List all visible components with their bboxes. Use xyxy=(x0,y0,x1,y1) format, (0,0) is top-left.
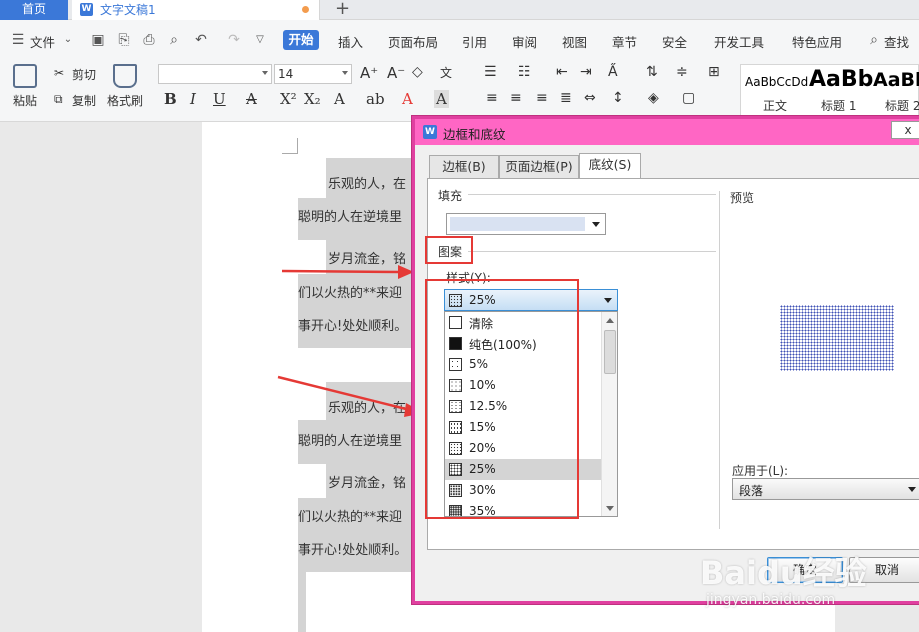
arrow-to-pattern-list xyxy=(277,375,424,417)
arrow-to-pattern-label xyxy=(281,265,414,279)
fill-group-label: 填充 xyxy=(438,189,463,203)
chevron-down-icon[interactable] xyxy=(604,298,612,303)
list-scrollbar[interactable] xyxy=(601,312,617,516)
fill-color-swatch xyxy=(450,217,585,231)
tab-borders[interactable]: 边框(B) xyxy=(429,155,499,179)
preview-label: 预览 xyxy=(730,191,755,205)
annotation-box-pattern-list xyxy=(425,279,579,519)
shading-panel: 填充 图案 样式(Y): 25% 清除 纯色(100%) 5% 10% 12.5… xyxy=(425,178,919,550)
tab-shading[interactable]: 底纹(S) xyxy=(579,153,641,179)
chevron-down-icon[interactable] xyxy=(592,222,600,227)
annotation-box-pattern-label xyxy=(425,236,473,264)
apply-to-combo[interactable]: 段落 xyxy=(732,478,919,500)
separator xyxy=(468,194,716,195)
scroll-up-icon[interactable] xyxy=(606,318,614,323)
scroll-down-icon[interactable] xyxy=(606,506,614,511)
shading-preview xyxy=(780,305,894,371)
baidu-watermark-url: jingyan.baidu.com xyxy=(706,592,836,608)
fill-color-combo[interactable] xyxy=(446,213,606,235)
chevron-down-icon[interactable] xyxy=(908,487,916,492)
close-button[interactable]: x xyxy=(891,121,919,139)
wps-writer-icon: W xyxy=(423,125,437,139)
borders-shading-dialog: W 边框和底纹 x 边框(B) 页面边框(P) 底纹(S) 填充 图案 样式(Y… xyxy=(412,116,919,604)
vertical-separator xyxy=(719,191,720,529)
apply-to-value: 段落 xyxy=(739,484,764,498)
dialog-titlebar[interactable]: W 边框和底纹 x xyxy=(415,119,919,145)
scroll-thumb[interactable] xyxy=(604,330,616,374)
baidu-watermark-logo: Baidu经验 xyxy=(700,554,867,592)
tab-page-borders[interactable]: 页面边框(P) xyxy=(499,155,579,179)
separator xyxy=(468,251,716,252)
apply-to-label: 应用于(L): xyxy=(732,464,789,478)
dialog-title: 边框和底纹 xyxy=(443,127,506,142)
